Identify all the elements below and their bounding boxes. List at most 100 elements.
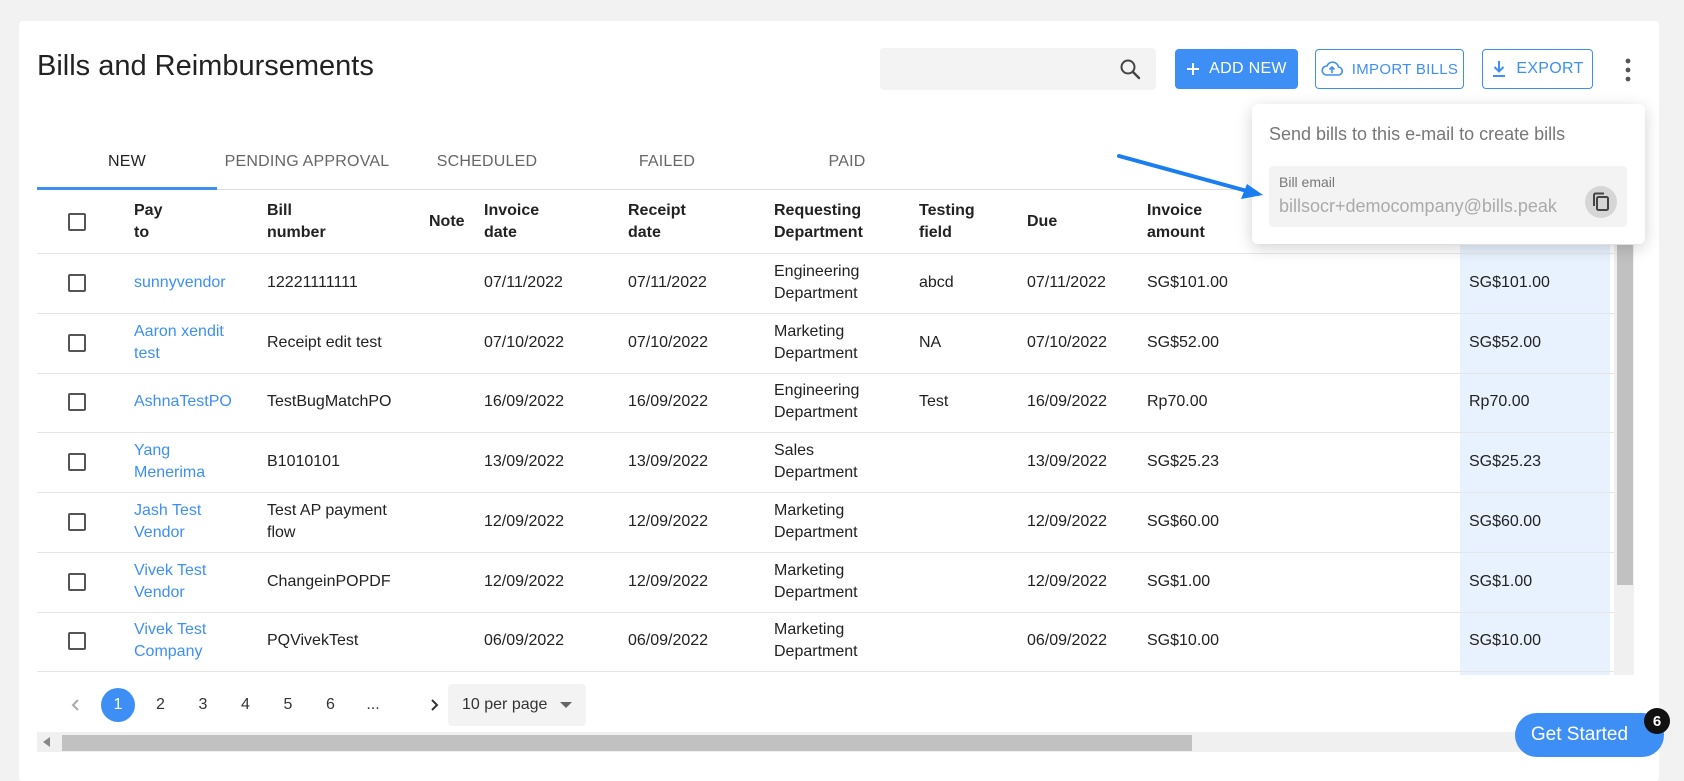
invoice-date: 16/09/2022 <box>484 393 565 410</box>
receipt-date: 12/09/2022 <box>628 573 709 590</box>
tab-failed[interactable]: FAILED <box>577 148 757 188</box>
table-row[interactable]: Jash Test Vendor Test AP payment flow 12/09/… <box>37 492 1614 553</box>
page-1-button[interactable]: 1 <box>101 688 135 722</box>
pay-to-link[interactable]: Vivek Test Company <box>134 611 206 671</box>
export-button[interactable]: EXPORT <box>1482 49 1593 89</box>
per-page-select[interactable]: 10 per page <box>448 684 586 726</box>
row-checkbox[interactable] <box>68 453 86 471</box>
page-2-button[interactable]: 2 <box>144 688 178 722</box>
receipt-date: 12/09/2022 <box>628 513 709 530</box>
due-date: 13/09/2022 <box>1027 453 1108 470</box>
bill-number: PQVivekTest <box>267 632 359 649</box>
add-new-button[interactable]: ADD NEW <box>1175 49 1298 89</box>
bill-number: Test AP payment flow <box>267 502 387 541</box>
horizontal-scrollbar[interactable] <box>37 732 1614 752</box>
select-all-checkbox[interactable] <box>68 212 86 231</box>
tab-pending-approval[interactable]: PENDING APPROVAL <box>217 148 397 188</box>
invoice-amount: Rp70.00 <box>1147 393 1208 410</box>
invoice-date: 06/09/2022 <box>484 632 565 649</box>
pay-to-link[interactable]: Vivek Test Vendor <box>134 552 206 612</box>
invoice-date: 12/09/2022 <box>484 513 565 530</box>
amount: SG$60.00 <box>1469 513 1542 530</box>
export-label: EXPORT <box>1516 60 1584 77</box>
get-started-button[interactable]: Get Started <box>1515 713 1664 757</box>
get-started-badge: 6 <box>1644 708 1670 734</box>
bill-number: Receipt edit test <box>267 334 382 351</box>
import-bills-button[interactable]: IMPORT BILLS <box>1315 49 1464 89</box>
requesting-department: Engineering Department <box>774 382 860 421</box>
next-page-button[interactable] <box>417 688 451 722</box>
header-pay-to[interactable]: Pay to <box>134 190 162 253</box>
due-date: 12/09/2022 <box>1027 513 1108 530</box>
table-row[interactable]: Yang Menerima B1010101 13/09/2022 13/09/2022… <box>37 432 1614 493</box>
prev-page-button[interactable] <box>59 688 93 722</box>
caret-down-icon <box>560 702 572 708</box>
search-icon[interactable] <box>1118 57 1142 81</box>
table-row[interactable]: sunnyvendor 12221111111 07/11/2022 07/11/20… <box>37 253 1614 314</box>
page-4-button[interactable]: 4 <box>229 688 263 722</box>
horizontal-scrollbar-thumb[interactable] <box>62 735 1192 751</box>
tab-scheduled[interactable]: SCHEDULED <box>397 148 577 188</box>
bill-number: TestBugMatchPO <box>267 393 392 410</box>
testing-field: NA <box>919 334 942 351</box>
receipt-date: 16/09/2022 <box>628 393 709 410</box>
row-checkbox[interactable] <box>68 334 86 352</box>
header-bill-number[interactable]: Bill number <box>267 190 326 253</box>
page-3-button[interactable]: 3 <box>186 688 220 722</box>
vertical-scrollbar-thumb[interactable] <box>1617 245 1633 585</box>
tab-new[interactable]: NEW <box>37 148 217 188</box>
testing-field: abcd <box>919 274 954 291</box>
import-bills-label: IMPORT BILLS <box>1351 60 1459 78</box>
row-checkbox[interactable] <box>68 393 86 411</box>
table-row[interactable]: Vivek Test Vendor ChangeinPOPDF 12/09/2022 1… <box>37 552 1614 613</box>
receipt-date: 06/09/2022 <box>628 632 709 649</box>
tab-paid[interactable]: PAID <box>757 148 937 188</box>
page-6-button[interactable]: 6 <box>314 688 348 722</box>
pay-to-link[interactable]: Jash Test Vendor <box>134 492 201 552</box>
receipt-date: 13/09/2022 <box>628 453 709 470</box>
header-requesting-department[interactable]: Requesting Department <box>774 190 863 253</box>
download-icon <box>1493 61 1506 77</box>
more-options-icon[interactable] <box>1620 56 1636 84</box>
copy-button[interactable] <box>1585 186 1617 218</box>
status-tabs: NEW PENDING APPROVAL SCHEDULED FAILED PA… <box>37 148 907 190</box>
bill-email-field[interactable]: Bill email billsocr+democompany@bills.pe… <box>1269 166 1627 227</box>
header-invoice-date[interactable]: Invoice date <box>484 190 539 253</box>
table-row[interactable]: AshnaTestPO TestBugMatchPO 16/09/2022 16/09… <box>37 372 1614 433</box>
page-5-button[interactable]: 5 <box>271 688 305 722</box>
requesting-department: Engineering Department <box>774 263 860 302</box>
page-title: Bills and Reimbursements <box>37 50 374 82</box>
pay-to-link[interactable]: Yang Menerima <box>134 432 205 492</box>
row-checkbox[interactable] <box>68 274 86 292</box>
table-row[interactable]: Aaron xendit test Receipt edit test 07/10/2… <box>37 313 1614 374</box>
bill-email-label: Bill email <box>1279 174 1336 190</box>
row-checkbox[interactable] <box>68 632 86 650</box>
scroll-left-arrow-icon[interactable] <box>43 737 50 747</box>
add-new-label: ADD NEW <box>1209 60 1287 77</box>
amount: Rp70.00 <box>1469 393 1530 410</box>
table-row[interactable]: Vivek Test Company PQVivekTest 06/09/2022 06… <box>37 611 1614 672</box>
pay-to-link[interactable]: AshnaTestPO <box>134 372 232 432</box>
requesting-department: Marketing Department <box>774 562 858 601</box>
page-ellipsis[interactable]: ... <box>356 688 390 722</box>
pay-to-link[interactable]: Aaron xendit test <box>134 313 224 373</box>
header-note[interactable]: Note <box>429 190 465 253</box>
testing-field: Test <box>919 393 949 410</box>
header-due[interactable]: Due <box>1027 190 1057 253</box>
row-checkbox[interactable] <box>68 573 86 591</box>
header-testing-field[interactable]: Testing field <box>919 190 975 253</box>
receipt-date: 07/10/2022 <box>628 334 709 351</box>
due-date: 07/10/2022 <box>1027 334 1108 351</box>
requesting-department: Marketing Department <box>774 621 858 660</box>
bill-email-value[interactable]: billsocr+democompany@bills.peak <box>1279 196 1579 217</box>
header-receipt-date[interactable]: Receipt date <box>628 190 686 253</box>
vertical-scrollbar[interactable] <box>1614 245 1634 675</box>
pay-to-link[interactable]: sunnyvendor <box>134 253 226 313</box>
requesting-department: Sales Department <box>774 442 858 481</box>
row-checkbox[interactable] <box>68 513 86 531</box>
amount: SG$101.00 <box>1469 274 1550 291</box>
amount: SG$52.00 <box>1469 334 1542 351</box>
per-page-value: 10 per page <box>462 696 548 713</box>
search-input[interactable] <box>880 48 1156 90</box>
invoice-date: 07/11/2022 <box>484 274 563 291</box>
